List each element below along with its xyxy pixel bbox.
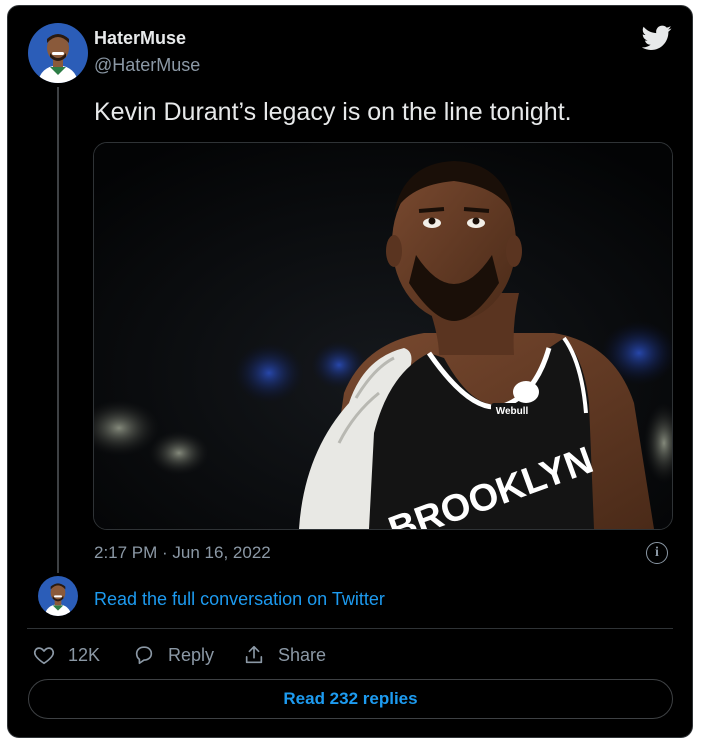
twitter-bird-icon[interactable] bbox=[641, 25, 672, 51]
read-conversation-link[interactable]: Read the full conversation on Twitter bbox=[94, 589, 385, 610]
thread-line bbox=[57, 87, 59, 573]
tweet-text: Kevin Durant’s legacy is on the line ton… bbox=[94, 98, 572, 126]
like-count: 12K bbox=[68, 644, 101, 665]
divider bbox=[27, 628, 673, 629]
author-handle[interactable]: @HaterMuse bbox=[94, 55, 200, 76]
info-icon[interactable]: i bbox=[646, 542, 668, 564]
reply-bubble-icon bbox=[132, 643, 156, 667]
reply-button[interactable]: Reply bbox=[132, 642, 214, 668]
heart-icon bbox=[32, 643, 56, 667]
like-button[interactable]: 12K bbox=[32, 642, 100, 668]
conversation-avatar[interactable] bbox=[38, 576, 78, 616]
reply-label: Reply bbox=[168, 644, 215, 665]
tweet-timestamp[interactable]: 2:17 PM · Jun 16, 2022 bbox=[94, 543, 271, 563]
author-avatar[interactable] bbox=[28, 23, 88, 83]
share-label: Share bbox=[278, 644, 327, 665]
author-display-name[interactable]: HaterMuse bbox=[94, 28, 186, 49]
share-icon bbox=[242, 643, 266, 667]
read-replies-button[interactable]: Read 232 replies bbox=[28, 679, 673, 719]
sponsor-label: Webull bbox=[496, 406, 529, 417]
share-button[interactable]: Share bbox=[242, 642, 326, 668]
tweet-photo[interactable]: Webull BROOKLYN bbox=[93, 142, 673, 530]
